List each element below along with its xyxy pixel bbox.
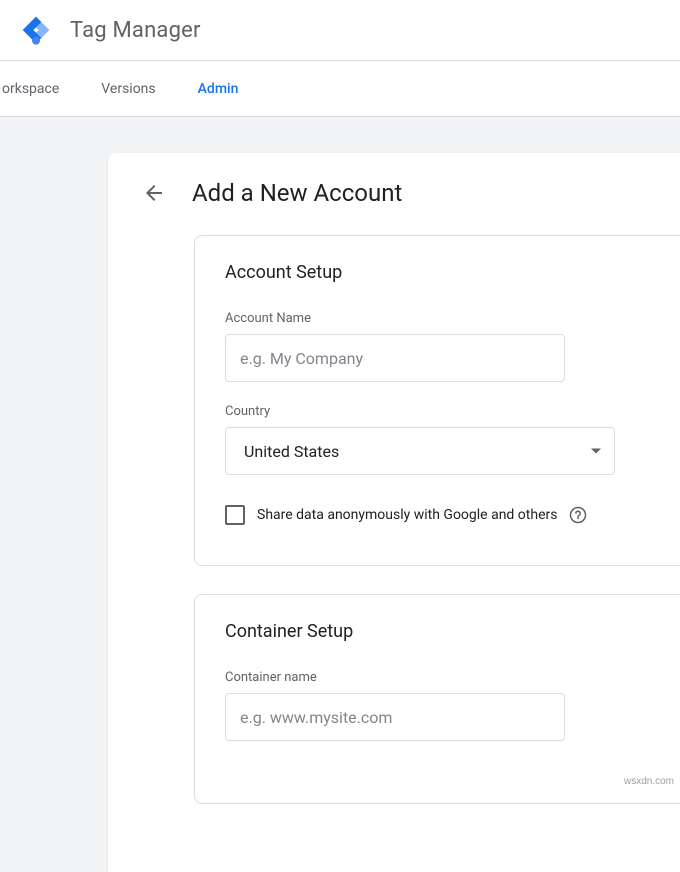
container-name-label: Container name	[225, 670, 650, 685]
country-select-wrap: United States	[225, 427, 615, 475]
account-name-label: Account Name	[225, 311, 650, 326]
app-title: Tag Manager	[70, 18, 201, 43]
app-header: Tag Manager	[0, 0, 680, 61]
account-name-input[interactable]	[225, 334, 565, 382]
tab-versions[interactable]: Versions	[99, 81, 157, 97]
back-arrow-icon[interactable]	[142, 181, 166, 205]
container-name-input[interactable]	[225, 693, 565, 741]
account-setup-card: Account Setup Account Name Country Unite…	[194, 235, 680, 566]
country-value: United States	[244, 442, 339, 461]
tag-manager-logo-icon	[20, 14, 52, 46]
share-data-checkbox[interactable]	[225, 505, 245, 525]
share-data-label: Share data anonymously with Google and o…	[257, 507, 557, 523]
help-icon[interactable]	[569, 506, 587, 524]
share-data-row: Share data anonymously with Google and o…	[225, 505, 650, 525]
account-setup-title: Account Setup	[225, 262, 650, 283]
panel-header: Add a New Account	[142, 179, 680, 207]
tab-admin[interactable]: Admin	[196, 81, 241, 97]
country-select[interactable]: United States	[225, 427, 615, 475]
watermark: wsxdn.com	[624, 776, 674, 787]
panel-title: Add a New Account	[192, 179, 402, 207]
container-setup-card: Container Setup Container name	[194, 594, 680, 804]
add-account-panel: Add a New Account Account Setup Account …	[108, 153, 680, 872]
content-area: Add a New Account Account Setup Account …	[0, 117, 680, 872]
country-label: Country	[225, 404, 650, 419]
container-setup-title: Container Setup	[225, 621, 650, 642]
nav-tabs: orkspace Versions Admin	[0, 61, 680, 117]
tab-workspace[interactable]: orkspace	[0, 81, 61, 97]
